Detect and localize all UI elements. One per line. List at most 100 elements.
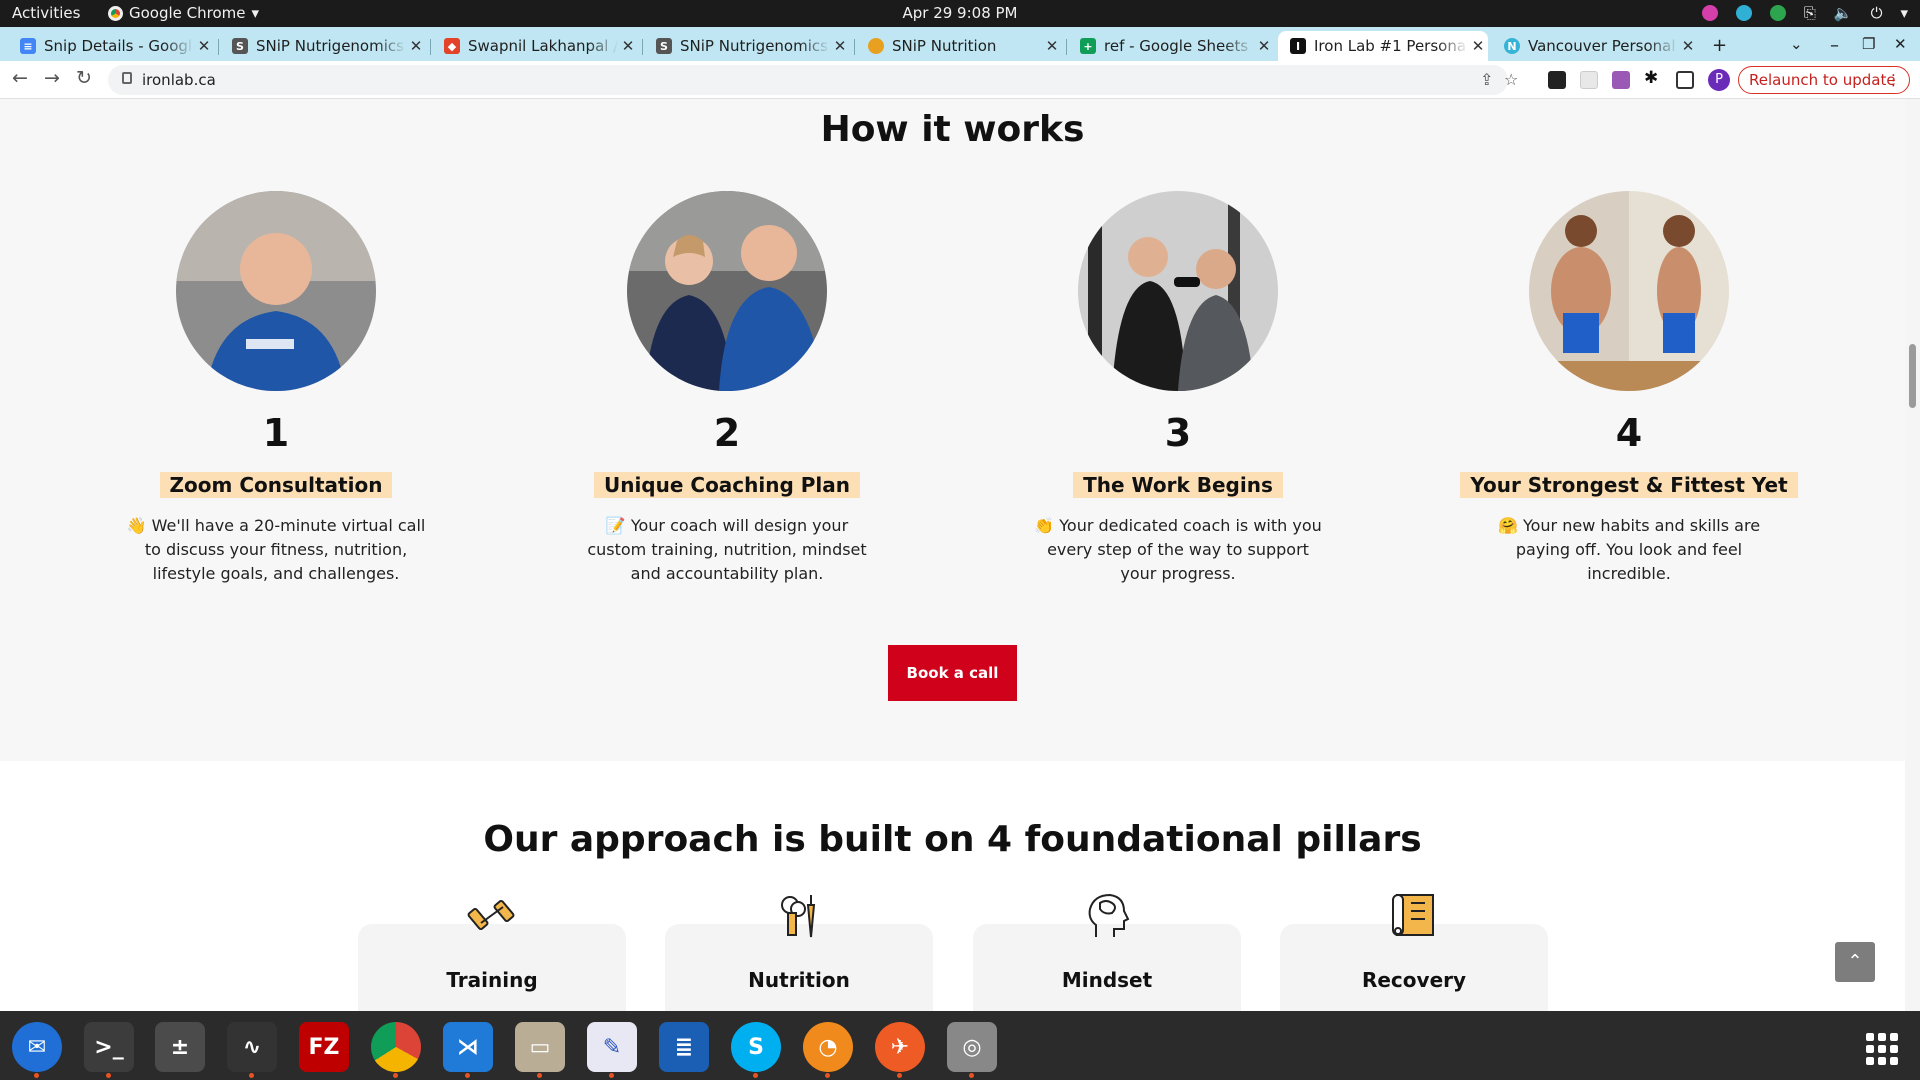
relaunch-label: Relaunch to update <box>1749 71 1896 89</box>
step-description: 🤗 Your new habits and skills are paying … <box>1479 514 1779 586</box>
text-editor-icon[interactable]: ✎ <box>587 1022 637 1072</box>
close-window-button[interactable]: ✕ <box>1894 35 1907 53</box>
close-icon[interactable]: ✕ <box>1254 37 1274 55</box>
foam-roller-icon <box>1392 894 1434 936</box>
close-icon[interactable]: ✕ <box>1042 37 1062 55</box>
step-text: Your new habits and skills are paying of… <box>1515 516 1761 583</box>
url-text[interactable]: ironlab.ca <box>142 71 216 89</box>
burner-icon[interactable]: ◔ <box>803 1022 853 1072</box>
thunderbird-icon[interactable]: ✉ <box>12 1022 62 1072</box>
pillar-card-recovery: Recovery <box>1280 894 1548 1011</box>
tab-google-sheets[interactable]: + ref - Google Sheets ✕ <box>1068 31 1274 61</box>
clap-emoji-icon: 👏 <box>1034 516 1055 535</box>
files-icon[interactable]: ▭ <box>515 1022 565 1072</box>
close-icon[interactable]: ✕ <box>618 37 638 55</box>
relaunch-to-update-button[interactable]: Relaunch to update ⋮ <box>1738 66 1910 94</box>
step-description: 👋 We'll have a 20-minute virtual call to… <box>126 514 426 586</box>
training-photo <box>1078 191 1278 391</box>
app-menu-label: Google Chrome <box>129 4 246 22</box>
system-top-bar: Activities Google Chrome ▾ Apr 29 9:08 P… <box>0 0 1920 27</box>
calculator-icon[interactable]: ± <box>155 1022 205 1072</box>
reload-button[interactable]: ↻ <box>76 67 92 89</box>
check-icon[interactable] <box>1769 5 1786 21</box>
web-page: How it works 1 Zoom Consultation 👋 We'll… <box>0 99 1905 1011</box>
step-number: 3 <box>1164 411 1192 455</box>
tab-vancouver-personal[interactable]: N Vancouver Personal T ✕ <box>1492 31 1698 61</box>
broccoli-carrot-icon <box>781 895 816 938</box>
site-icon: S <box>232 38 248 54</box>
tab-search-button[interactable]: ⌄ <box>1790 35 1803 53</box>
close-icon[interactable]: ✕ <box>830 37 850 55</box>
page-scrollbar[interactable] <box>1905 99 1920 1011</box>
extensions-puzzle-icon[interactable]: ✱ <box>1644 68 1662 88</box>
color-picker-icon[interactable] <box>1701 5 1718 21</box>
system-monitor-icon[interactable]: ∿ <box>227 1022 277 1072</box>
tab-iron-lab[interactable]: I Iron Lab #1 Personal ✕ <box>1278 31 1488 61</box>
profile-avatar[interactable]: P <box>1708 69 1730 91</box>
pen-extension-icon[interactable] <box>1612 71 1630 89</box>
tab-snip-nutrigenomics[interactable]: S SNiP Nutrigenomics ✕ <box>220 31 426 61</box>
iron-lab-icon: I <box>1290 38 1306 54</box>
close-icon[interactable]: ✕ <box>194 37 214 55</box>
close-icon[interactable]: ✕ <box>1678 37 1698 55</box>
close-icon[interactable]: ✕ <box>406 37 426 55</box>
tab-strip: ≡ Snip Details - Google ✕ S SNiP Nutrige… <box>0 27 1920 61</box>
eyedropper-extension-icon[interactable] <box>1548 71 1566 89</box>
writer-icon[interactable]: ≣ <box>659 1022 709 1072</box>
share-icon[interactable]: ⇪ <box>1480 70 1493 89</box>
tab-title: Swapnil Lakhanpal / S <box>468 37 618 55</box>
forward-button[interactable]: → <box>44 67 60 89</box>
skype-icon[interactable]: S <box>731 1022 781 1072</box>
power-icon[interactable]: ⏻ <box>1871 4 1883 22</box>
hug-emoji-icon: 🤗 <box>1497 516 1518 535</box>
scroll-to-top-button[interactable]: ⌃ <box>1835 942 1875 982</box>
tab-snip-details[interactable]: ≡ Snip Details - Google ✕ <box>8 31 214 61</box>
clock[interactable]: Apr 29 9:08 PM <box>902 4 1017 22</box>
restore-button[interactable]: ❐ <box>1862 35 1875 53</box>
chevron-down-icon[interactable]: ▾ <box>1900 4 1908 22</box>
terminal-icon[interactable]: >_ <box>84 1022 134 1072</box>
tab-title: SNiP Nutrigenomics <box>256 37 404 55</box>
filezilla-icon[interactable]: FZ <box>299 1022 349 1072</box>
how-it-works-section: How it works 1 Zoom Consultation 👋 We'll… <box>0 99 1905 761</box>
disk-icon[interactable]: ◎ <box>947 1022 997 1072</box>
site-icon: N <box>1504 38 1520 54</box>
vscode-icon[interactable]: ⋊ <box>443 1022 493 1072</box>
star-icon[interactable]: ☆ <box>1504 70 1518 89</box>
lock-icon[interactable] <box>122 72 132 84</box>
step-card: 4 Your Strongest & Fittest Yet 🤗 Your ne… <box>1429 191 1829 586</box>
side-panel-icon[interactable] <box>1676 71 1694 89</box>
show-applications-icon[interactable] <box>1866 1033 1898 1065</box>
tab-gitlab[interactable]: ◆ Swapnil Lakhanpal / S ✕ <box>432 31 638 61</box>
postman-icon[interactable]: ✈ <box>875 1022 925 1072</box>
minimize-button[interactable]: – <box>1830 35 1839 56</box>
system-tray[interactable]: ⎘ 🔈 ⏻ ▾ <box>1701 4 1908 22</box>
step-text: Your dedicated coach is with you every s… <box>1047 516 1322 583</box>
wave-emoji-icon: 👋 <box>126 516 147 535</box>
volume-icon[interactable]: 🔈 <box>1834 4 1853 22</box>
calendar-extension-icon[interactable] <box>1580 71 1598 89</box>
back-button[interactable]: ← <box>12 67 28 89</box>
chrome-icon[interactable] <box>371 1022 421 1072</box>
chrome-icon <box>108 5 123 21</box>
tab-snip-nutrigenomics-2[interactable]: S SNiP Nutrigenomics ✕ <box>644 31 850 61</box>
new-tab-button[interactable]: + <box>1712 35 1727 56</box>
address-bar[interactable]: ironlab.ca ⇪ ☆ <box>108 65 1518 95</box>
book-a-call-button[interactable]: Book a call <box>888 645 1017 701</box>
screenshot-icon[interactable] <box>1735 5 1752 21</box>
sheets-icon: + <box>1080 38 1096 54</box>
app-menu[interactable]: Google Chrome ▾ <box>108 4 259 22</box>
scrollbar-thumb[interactable] <box>1909 344 1916 408</box>
more-vert-icon: ⋮ <box>1886 71 1901 89</box>
before-after-photo <box>1529 191 1729 391</box>
snip-icon <box>868 38 884 54</box>
dock: ✉ >_ ± ∿ FZ ⋊ ▭ ✎ ≣ S ◔ ✈ ◎ <box>0 1011 1920 1080</box>
gitlab-icon: ◆ <box>444 38 460 54</box>
step-title: The Work Begins <box>1073 472 1283 498</box>
network-icon[interactable]: ⎘ <box>1804 4 1816 22</box>
close-icon[interactable]: ✕ <box>1468 37 1488 55</box>
activities-button[interactable]: Activities <box>12 4 80 22</box>
tab-snip-nutrition[interactable]: SNiP Nutrition ✕ <box>856 31 1062 61</box>
tab-title: ref - Google Sheets <box>1104 37 1249 55</box>
tab-title: Snip Details - Google <box>44 37 194 55</box>
